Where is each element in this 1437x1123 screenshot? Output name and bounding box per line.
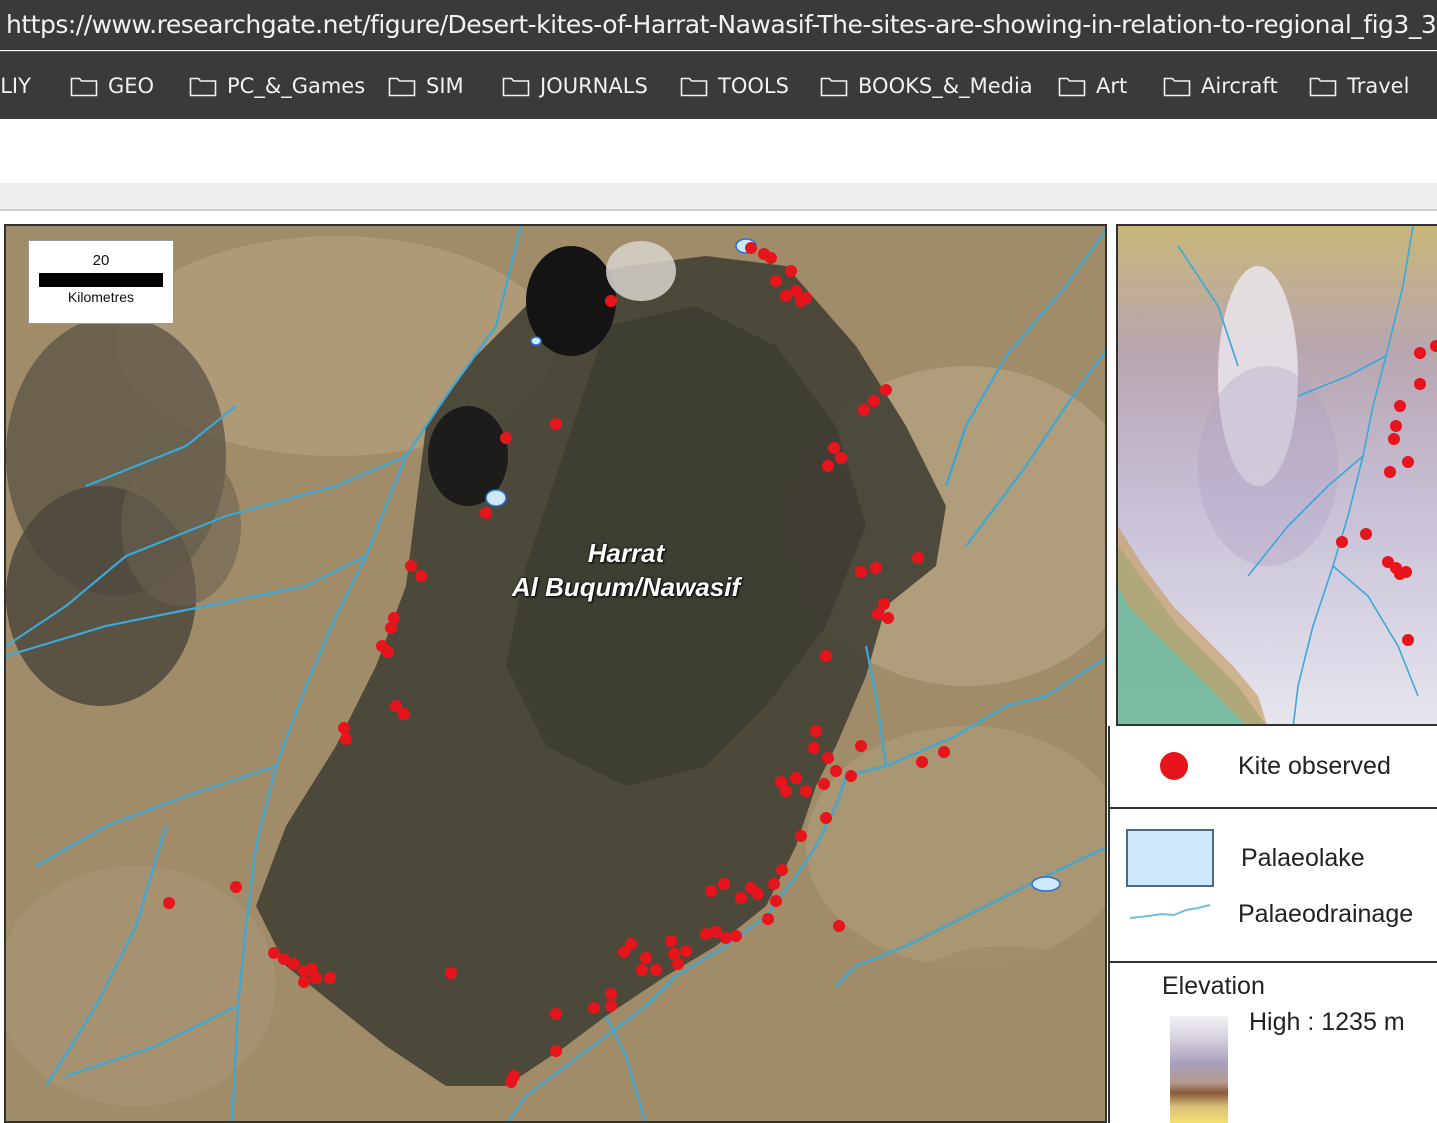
bookmark-label: Art — [1096, 74, 1128, 98]
page-header-space — [0, 119, 1437, 183]
drainage-line-icon — [1129, 904, 1211, 919]
bookmarks-bar: ILIY GEO PC_&_Games SIM JOURNALS TOOLS B… — [0, 51, 1437, 119]
url-text: https://www.researchgate.net/figure/Dese… — [6, 10, 1437, 39]
scale-value: 20 — [92, 252, 110, 269]
bookmark-label: TOOLS — [718, 74, 789, 98]
harrat-label-line2: Al Buqum/Nawasif — [511, 572, 741, 602]
scale-bar: 20 Kilometres — [28, 240, 174, 324]
folder-icon — [189, 77, 217, 97]
bookmark-folder-geo[interactable]: GEO — [70, 68, 154, 104]
figure-image: 20 Kilometres Harrat Al Buqum/Nawasif Ki… — [0, 211, 1437, 1123]
kite-symbol-icon — [1160, 752, 1188, 780]
harrat-label-line1: Harrat — [587, 538, 665, 568]
satellite-map: 20 Kilometres Harrat Al Buqum/Nawasif — [4, 224, 1107, 1123]
elevation-map — [1116, 224, 1437, 726]
palaeolake-swatch — [1126, 829, 1214, 887]
bookmark-folder-sim[interactable]: SIM — [388, 68, 464, 104]
folder-icon — [388, 77, 416, 97]
bookmark-folder-journals[interactable]: JOURNALS — [502, 68, 648, 104]
scale-unit: Kilometres — [67, 289, 135, 305]
bookmark-label: Aircraft — [1201, 74, 1278, 98]
address-bar[interactable]: https://www.researchgate.net/figure/Dese… — [0, 0, 1437, 50]
legend-high-label: High : 1235 m — [1249, 1008, 1405, 1036]
bookmark-folder-travel[interactable]: Travel — [1309, 68, 1409, 104]
bookmark-folder-iliy[interactable]: ILIY — [0, 68, 31, 104]
legend-divider — [1110, 961, 1437, 963]
bookmark-label: SIM — [426, 74, 464, 98]
map-legend: Kite observed Palaeolake Palaeodrainage … — [1108, 726, 1437, 1123]
bookmark-folder-aircraft[interactable]: Aircraft — [1163, 68, 1278, 104]
folder-icon — [70, 77, 98, 97]
bookmark-label: GEO — [108, 74, 155, 98]
elevation-terrain — [1118, 226, 1437, 724]
bookmark-label: JOURNALS — [540, 74, 648, 98]
bookmark-label: PC_&_Games — [227, 74, 366, 98]
folder-icon — [1309, 77, 1337, 97]
satellite-terrain — [6, 226, 1105, 1121]
bookmark-label: ILIY — [0, 74, 31, 98]
folder-icon — [502, 77, 530, 97]
legend-divider — [1110, 807, 1437, 809]
legend-palaeolake-label: Palaeolake — [1241, 844, 1365, 872]
bookmark-folder-art[interactable]: Art — [1058, 68, 1127, 104]
legend-palaeodrainage-label: Palaeodrainage — [1238, 900, 1414, 928]
bookmark-folder-tools[interactable]: TOOLS — [680, 68, 789, 104]
legend-elevation-title: Elevation — [1162, 972, 1265, 1000]
folder-icon — [1058, 77, 1086, 97]
scale-line — [39, 273, 163, 287]
bookmark-folder-pc-games[interactable]: PC_&_Games — [189, 68, 365, 104]
folder-icon — [820, 77, 848, 97]
bookmark-label: BOOKS_&_Media — [858, 74, 1033, 98]
legend-kite-label: Kite observed — [1238, 752, 1391, 780]
folder-icon — [1163, 77, 1191, 97]
folder-icon — [680, 77, 708, 97]
bookmark-label: Travel — [1347, 74, 1410, 98]
bookmark-folder-books-media[interactable]: BOOKS_&_Media — [820, 68, 1033, 104]
figure-top-divider — [0, 183, 1437, 211]
elevation-color-ramp — [1170, 1016, 1228, 1123]
